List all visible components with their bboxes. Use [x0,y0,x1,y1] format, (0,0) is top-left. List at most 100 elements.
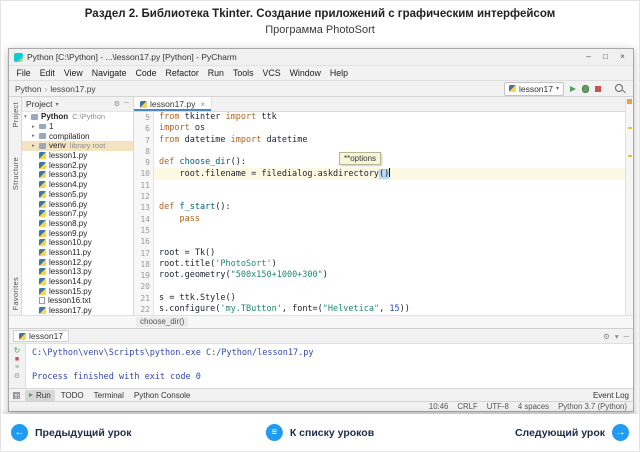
code-line-21[interactable]: s = ttk.Style() [154,293,625,304]
project-tree-item-lesson1-py[interactable]: lesson1.py [22,151,133,161]
line-number[interactable]: 9 [134,157,150,168]
code-area[interactable]: 5678910111213141516171819202122 from tki… [134,112,625,315]
line-number[interactable]: 17 [134,248,150,259]
project-panel-title[interactable]: Project [26,99,52,109]
close-tab-icon[interactable]: × [200,100,205,109]
tool-button-project[interactable]: Project [11,102,20,127]
toolwindow-button-run[interactable]: Run [25,390,55,401]
menu-help[interactable]: Help [325,68,352,78]
breadcrumb-item[interactable]: lesson17.py [50,84,95,94]
line-number-gutter[interactable]: 5678910111213141516171819202122 [134,112,154,315]
code-line-11[interactable] [154,180,625,191]
prev-lesson-button[interactable]: ← Предыдущий урок [11,424,132,441]
gear-icon[interactable]: ⚙ [114,100,120,108]
project-tree-item-lesson3-py[interactable]: lesson3.py [22,170,133,180]
line-number[interactable]: 22 [134,304,150,315]
project-tree-item-lesson17-py[interactable]: lesson17.py [22,306,133,315]
collapse-icon[interactable]: ▾ [615,332,619,341]
run-config-select[interactable]: lesson17 ▾ [504,82,564,96]
code-text[interactable]: from tkinter import ttkimport osfrom dat… [154,112,625,315]
code-line-16[interactable] [154,236,625,247]
run-button[interactable] [570,86,576,92]
menu-edit[interactable]: Edit [35,68,59,78]
editor-tab-lesson17[interactable]: lesson17.py × [134,97,212,111]
code-line-19[interactable]: root.geometry("500x150+1000+300") [154,270,625,281]
code-line-8[interactable] [154,146,625,157]
project-tree-item-compilation[interactable]: ▸compilation [22,131,133,141]
project-tree-item-lesson6-py[interactable]: lesson6.py [22,199,133,209]
code-line-15[interactable] [154,225,625,236]
line-number[interactable]: 12 [134,191,150,202]
warning-mark[interactable] [628,127,632,129]
line-number[interactable]: 21 [134,293,150,304]
project-tree-item-lesson2-py[interactable]: lesson2.py [22,160,133,170]
project-tree-item-lesson7-py[interactable]: lesson7.py [22,209,133,219]
project-tree-item-lesson12-py[interactable]: lesson12.py [22,257,133,267]
console-settings-icon[interactable]: ⚙ [14,372,20,380]
project-tree-item-lesson15-py[interactable]: lesson15.py [22,286,133,296]
project-tree-item-lesson9-py[interactable]: lesson9.py [22,228,133,238]
line-number[interactable]: 6 [134,123,150,134]
project-tree-item-lesson10-py[interactable]: lesson10.py [22,238,133,248]
code-line-9[interactable]: def choose_dir(): [154,157,625,168]
expand-arrow-icon[interactable]: ▸ [32,133,39,139]
code-line-7[interactable]: from datetime import datetime [154,135,625,146]
code-line-20[interactable] [154,281,625,292]
toolwindow-button-terminal[interactable]: Terminal [90,390,128,401]
menu-navigate[interactable]: Navigate [87,68,131,78]
menu-code[interactable]: Code [131,68,161,78]
console-menu-icon[interactable]: ≡ [15,364,19,371]
line-number[interactable]: 11 [134,180,150,191]
next-lesson-button[interactable]: Следующий урок → [515,424,629,441]
stop-button[interactable] [595,86,601,92]
event-log-button[interactable]: Event Log [593,391,629,400]
menu-view[interactable]: View [59,68,87,78]
rerun-icon[interactable]: ↻ [14,346,21,355]
breadcrumb-item[interactable]: Python [15,84,41,94]
code-line-12[interactable] [154,191,625,202]
project-tree-item-lesson13-py[interactable]: lesson13.py [22,267,133,277]
toolwindow-button-python-console[interactable]: Python Console [130,390,194,401]
debug-button[interactable] [582,85,589,93]
code-line-10[interactable]: root.filename = filedialog.askdirectory(… [154,168,625,179]
line-number[interactable]: 5 [134,112,150,123]
lesson-list-button[interactable]: ≡ К списку уроков [266,424,374,441]
editor-breadcrumb[interactable]: choose_dir() [136,317,188,327]
line-number[interactable]: 7 [134,135,150,146]
warning-mark[interactable] [628,155,632,157]
line-number[interactable]: 16 [134,236,150,247]
close-button[interactable]: × [614,49,631,65]
menu-vcs[interactable]: VCS [258,68,285,78]
tool-button-favorites[interactable]: Favorites [11,277,20,311]
line-number[interactable]: 15 [134,225,150,236]
line-number[interactable]: 18 [134,259,150,270]
expand-arrow-icon[interactable]: ▸ [32,143,39,149]
stop-icon[interactable]: ■ [15,356,19,363]
code-line-6[interactable]: import os [154,123,625,134]
project-tree-item-1[interactable]: ▸1 [22,122,133,132]
project-tree-item-lesson8-py[interactable]: lesson8.py [22,219,133,229]
hide-panel-icon[interactable]: ─ [624,332,629,341]
menu-tools[interactable]: Tools [228,68,258,78]
error-stripe[interactable] [625,97,633,315]
status-item[interactable]: CRLF [457,402,477,411]
run-console-output[interactable]: C:\Python\venv\Scripts\python.exe C:/Pyt… [26,344,633,388]
collapse-all-icon[interactable]: ─ [124,100,129,108]
minimize-button[interactable]: – [580,49,597,65]
project-tree-item-python[interactable]: ▾PythonC:\Python [22,112,133,122]
expand-arrow-icon[interactable]: ▸ [32,124,39,130]
menu-refactor[interactable]: Refactor [161,68,203,78]
project-tree-item-lesson14-py[interactable]: lesson14.py [22,277,133,287]
code-line-5[interactable]: from tkinter import ttk [154,112,625,123]
line-number[interactable]: 13 [134,202,150,213]
code-line-18[interactable]: root.title('PhotoSort') [154,259,625,270]
tool-button-structure[interactable]: Structure [11,157,20,190]
code-line-22[interactable]: s.configure('my.TButton', font=("Helveti… [154,304,625,315]
toolwindow-button-todo[interactable]: TODO [57,390,88,401]
project-tree-item-lesson11-py[interactable]: lesson11.py [22,248,133,258]
status-item[interactable]: Python 3.7 (Python) [558,402,627,411]
gear-icon[interactable]: ⚙ [603,332,610,341]
code-line-17[interactable]: root = Tk() [154,248,625,259]
chevron-down-icon[interactable]: ▾ [55,101,58,108]
line-number[interactable]: 14 [134,214,150,225]
